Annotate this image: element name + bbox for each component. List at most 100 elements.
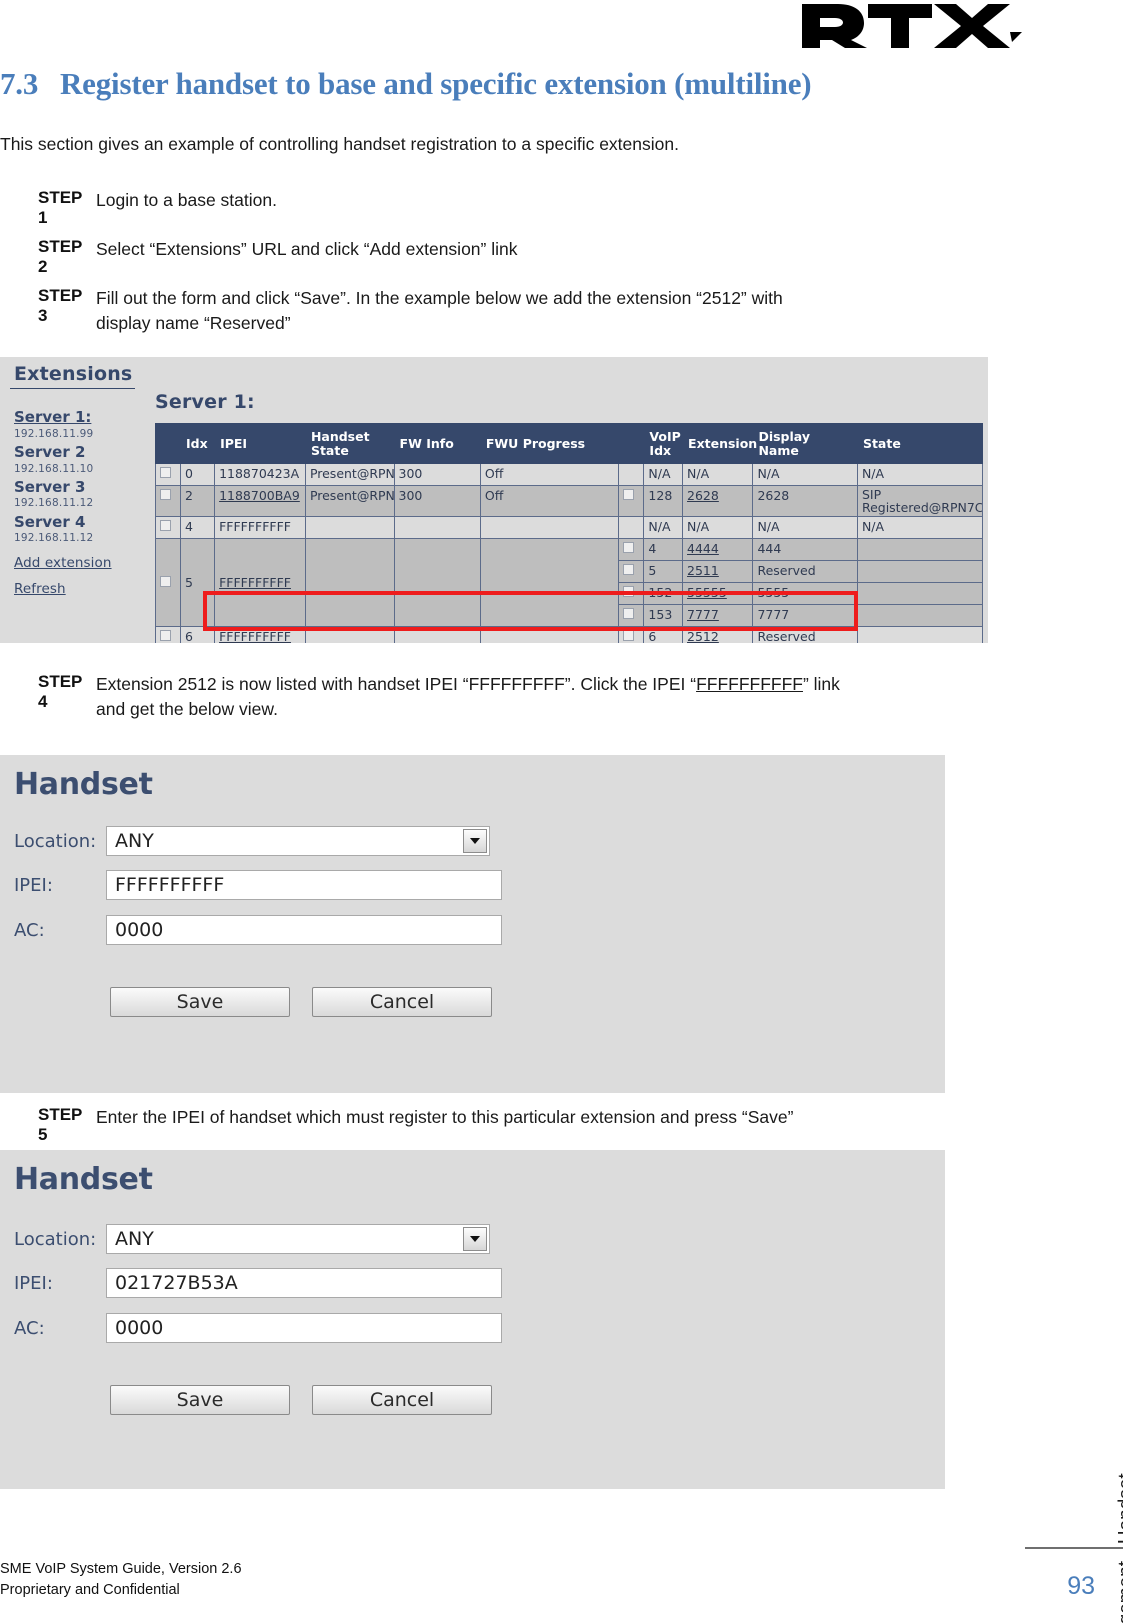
location-select[interactable]: ANY [106, 1224, 490, 1254]
table-row[interactable]: 4 FFFFFFFFFF N/A N/A N/A N/A [155, 516, 984, 540]
checkbox-icon[interactable] [623, 564, 635, 576]
ipei-link[interactable]: FFFFFFFFFF [219, 575, 291, 590]
col-display-name: Display Name [752, 423, 858, 464]
extension-link[interactable]: 2628 [687, 488, 719, 503]
col-select-ext[interactable] [618, 423, 645, 464]
refresh-link[interactable]: Refresh [14, 581, 144, 597]
cell-state [856, 582, 984, 606]
cell-fwu-progress: Off [479, 463, 620, 486]
step-text: Enter the IPEI of handset which must reg… [96, 1107, 794, 1127]
ext-checkbox-cell [618, 463, 645, 486]
checkbox-icon[interactable] [160, 630, 171, 642]
checkbox-icon[interactable] [623, 586, 635, 598]
cell-extension: N/A [682, 516, 754, 540]
section-title: Register handset to base and specific ex… [60, 66, 812, 101]
cell-voip-idx: 152 [643, 582, 684, 606]
checkbox-icon[interactable] [160, 575, 171, 587]
form-buttons: Save Cancel [110, 1385, 492, 1415]
cell-fwu-progress [479, 626, 620, 643]
col-select-all[interactable] [155, 423, 181, 464]
ipei-row: IPEI: FFFFFFFFFF [14, 870, 502, 900]
ext-checkbox-cell[interactable] [618, 538, 645, 562]
checkbox-icon[interactable] [623, 489, 635, 500]
ext-checkbox-cell[interactable] [618, 560, 645, 584]
table-row-highlighted[interactable]: 6 FFFFFFFFFF 6 2512 Reserved [155, 626, 984, 643]
checkbox-icon[interactable] [623, 542, 635, 554]
row-checkbox-cell[interactable] [155, 626, 181, 643]
cell-extension[interactable]: 55555 [682, 582, 754, 606]
extension-link[interactable]: 2511 [687, 563, 719, 578]
row-checkbox-cell[interactable] [155, 463, 181, 486]
cell-extension[interactable]: 2628 [682, 484, 754, 518]
table-row[interactable]: 2 1188700BA9 Present@RPN7C 300 Off 128 2… [155, 484, 984, 518]
checkbox-icon[interactable] [160, 489, 171, 500]
table-row[interactable]: 5 FFFFFFFFFF 4 4444 444 [155, 538, 984, 628]
checkbox-icon[interactable] [623, 630, 635, 642]
save-button[interactable]: Save [110, 987, 290, 1017]
cell-extension[interactable]: 4444 [682, 538, 754, 562]
extensions-screenshot: Extensions Server 1: 192.168.11.99 Serve… [0, 357, 988, 643]
extension-link[interactable]: 7777 [687, 607, 719, 622]
step-label: STEP 1 [38, 188, 83, 227]
location-value: ANY [115, 830, 154, 852]
extension-link[interactable]: 4444 [687, 541, 719, 556]
cell-extension[interactable]: 2512 [682, 626, 754, 643]
ac-input[interactable]: 0000 [106, 1313, 502, 1343]
checkbox-icon[interactable] [160, 520, 171, 532]
handset-form-title: Handset [14, 767, 153, 802]
chevron-down-icon[interactable] [463, 829, 487, 853]
ipei-input[interactable]: 021727B53A [106, 1268, 502, 1298]
document-page: 7.3 Register handset to base and specific… [0, 0, 1123, 1623]
cell-state: N/A [856, 463, 984, 486]
row-checkbox-cell[interactable] [155, 516, 181, 540]
ipei-link[interactable]: 1188700BA9 [219, 488, 300, 503]
step-text-continuation: display name “Reserved” [96, 312, 291, 333]
ac-value: 0000 [115, 919, 164, 941]
cell-extension[interactable]: 2511 [682, 560, 754, 584]
ext-checkbox-cell[interactable] [618, 582, 645, 606]
cell-handset-state [304, 626, 395, 643]
save-button[interactable]: Save [110, 1385, 290, 1415]
ac-value: 0000 [115, 1317, 164, 1339]
cell-display-name: N/A [752, 463, 858, 486]
ipei-link[interactable]: FFFFFFFFFF [219, 629, 291, 643]
cell-idx: 0 [179, 463, 216, 486]
cell-ipei[interactable]: FFFFFFFFFF [214, 626, 306, 643]
checkbox-icon[interactable] [623, 608, 635, 620]
cell-ipei[interactable]: FFFFFFFFFF [214, 538, 306, 628]
location-select[interactable]: ANY [106, 826, 490, 856]
intro-paragraph: This section gives an example of control… [0, 134, 679, 154]
sidebar-item-server-2[interactable]: Server 2 192.168.11.10 [14, 443, 144, 476]
cancel-button[interactable]: Cancel [312, 987, 492, 1017]
ext-checkbox-cell[interactable] [618, 484, 645, 518]
ext-checkbox-cell[interactable] [618, 604, 645, 628]
ext-checkbox-cell[interactable] [618, 626, 645, 643]
col-fw-info: FW Info [393, 423, 481, 464]
extension-link[interactable]: 2512 [687, 629, 719, 643]
server-name: Server 3 [14, 477, 86, 496]
extension-link[interactable]: 55555 [687, 585, 727, 600]
cancel-button[interactable]: Cancel [312, 1385, 492, 1415]
cell-extension[interactable]: 7777 [682, 604, 754, 628]
sidebar-item-server-4[interactable]: Server 4 192.168.11.12 [14, 513, 144, 546]
cell-state: SIP Registered@RPN7C [856, 484, 984, 518]
add-extension-link[interactable]: Add extension [14, 555, 144, 571]
step4-ipei-link[interactable]: FFFFFFFFFF [696, 674, 803, 694]
cell-ipei[interactable]: 1188700BA9 [214, 484, 306, 518]
step4-continuation: and get the below view. [96, 699, 278, 720]
checkbox-icon[interactable] [160, 467, 171, 478]
row-checkbox-cell[interactable] [155, 538, 181, 628]
ipei-input[interactable]: FFFFFFFFFF [106, 870, 502, 900]
ac-input[interactable]: 0000 [106, 915, 502, 945]
cell-fw-info [393, 626, 481, 643]
location-row: Location: ANY [14, 1224, 490, 1254]
sidebar-item-server-1[interactable]: Server 1: 192.168.11.99 [14, 408, 144, 441]
chevron-down-icon[interactable] [463, 1227, 487, 1251]
cell-display-name: Reserved [752, 626, 858, 643]
step-text-main: Fill out the form and click “Save”. In t… [96, 288, 783, 308]
table-row[interactable]: 0 118870423A Present@RPN98 300 Off N/A N… [155, 463, 984, 486]
cell-fw-info [393, 516, 481, 540]
sidebar-item-server-3[interactable]: Server 3 192.168.11.12 [14, 477, 144, 511]
row-checkbox-cell[interactable] [155, 484, 181, 518]
cell-display-name: 7777 [752, 604, 858, 628]
